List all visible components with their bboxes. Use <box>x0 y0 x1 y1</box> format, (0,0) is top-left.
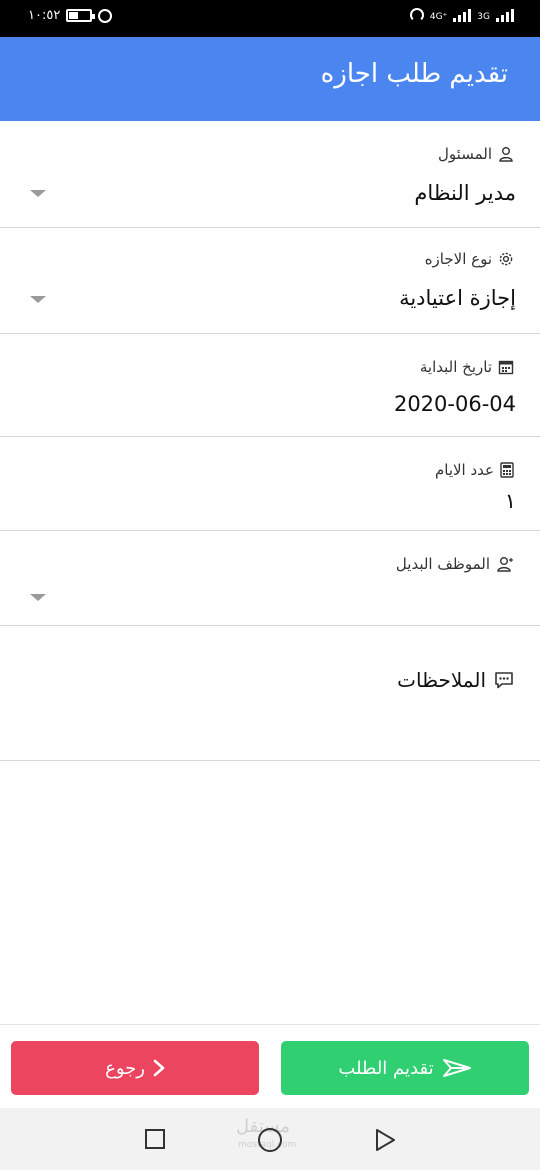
alarm-icon <box>98 8 113 23</box>
leave-type-value: إجازة اعتيادية <box>399 286 516 310</box>
manager-label-row: المسئول <box>438 145 514 163</box>
network-type-1: 4G⁺ <box>429 12 448 22</box>
calendar-icon <box>498 360 514 375</box>
leave-type-label-row: نوع الاجازه <box>425 250 514 268</box>
status-left: ١٠:٥٢ <box>28 8 113 23</box>
leave-type-select[interactable]: نوع الاجازه إجازة اعتيادية <box>0 228 540 334</box>
app-bar: تقديم طلب اجازه <box>0 37 540 121</box>
start-date-value: 2020-06-04 <box>393 392 516 416</box>
back-triangle-icon[interactable] <box>374 1128 396 1152</box>
signal-icon-2 <box>496 8 514 22</box>
chevron-right-icon <box>153 1059 165 1077</box>
manager-value: مدير النظام <box>414 181 516 205</box>
status-bar: ١٠:٥٢ 4G⁺ 3G <box>0 0 540 37</box>
gear-icon <box>499 252 513 266</box>
recent-apps-icon[interactable] <box>145 1129 165 1149</box>
chevron-down-icon <box>30 296 46 303</box>
substitute-label-row: الموظف البديل <box>396 555 514 573</box>
notes-label-row: الملاحظات <box>397 668 514 692</box>
comment-icon <box>495 672 513 689</box>
substitute-label: الموظف البديل <box>395 555 490 573</box>
status-time: ١٠:٥٢ <box>28 8 61 23</box>
user-icon <box>499 147 513 162</box>
back-label: رجوع <box>105 1057 145 1079</box>
start-date-label: تاريخ البداية <box>419 358 492 376</box>
days-count-label: عدد الايام <box>434 461 494 479</box>
manager-select[interactable]: المسئول مدير النظام <box>0 121 540 228</box>
page-title: تقديم طلب اجازه <box>320 59 508 89</box>
days-count-field[interactable]: عدد الايام ١ <box>0 437 540 531</box>
days-count-value: ١ <box>504 489 516 513</box>
battery-icon <box>66 9 96 22</box>
home-icon[interactable] <box>258 1128 282 1152</box>
calculator-icon <box>500 462 514 478</box>
manager-label: المسئول <box>438 145 492 163</box>
system-nav-bar: مستقل mostaql.com <box>0 1108 540 1170</box>
start-date-field[interactable]: تاريخ البداية 2020-06-04 <box>0 334 540 437</box>
action-bar: تقديم الطلب رجوع <box>0 1024 540 1108</box>
signal-icon <box>453 8 472 22</box>
submit-button[interactable]: تقديم الطلب <box>281 1041 529 1095</box>
send-icon <box>442 1059 471 1077</box>
substitute-select[interactable]: الموظف البديل <box>0 531 540 626</box>
chevron-down-icon <box>30 190 46 197</box>
days-count-label-row: عدد الايام <box>435 461 514 479</box>
notes-field[interactable]: الملاحظات <box>0 626 540 761</box>
user-icon <box>497 557 513 572</box>
start-date-label-row: تاريخ البداية <box>420 358 514 376</box>
back-button[interactable]: رجوع <box>11 1041 259 1095</box>
leave-type-label: نوع الاجازه <box>424 250 492 268</box>
submit-label: تقديم الطلب <box>338 1057 434 1079</box>
hotspot-icon <box>409 8 424 22</box>
notes-label: الملاحظات <box>397 668 486 692</box>
status-right: 4G⁺ 3G <box>409 8 514 22</box>
chevron-down-icon <box>30 594 46 601</box>
network-type-2: 3G <box>477 12 490 22</box>
